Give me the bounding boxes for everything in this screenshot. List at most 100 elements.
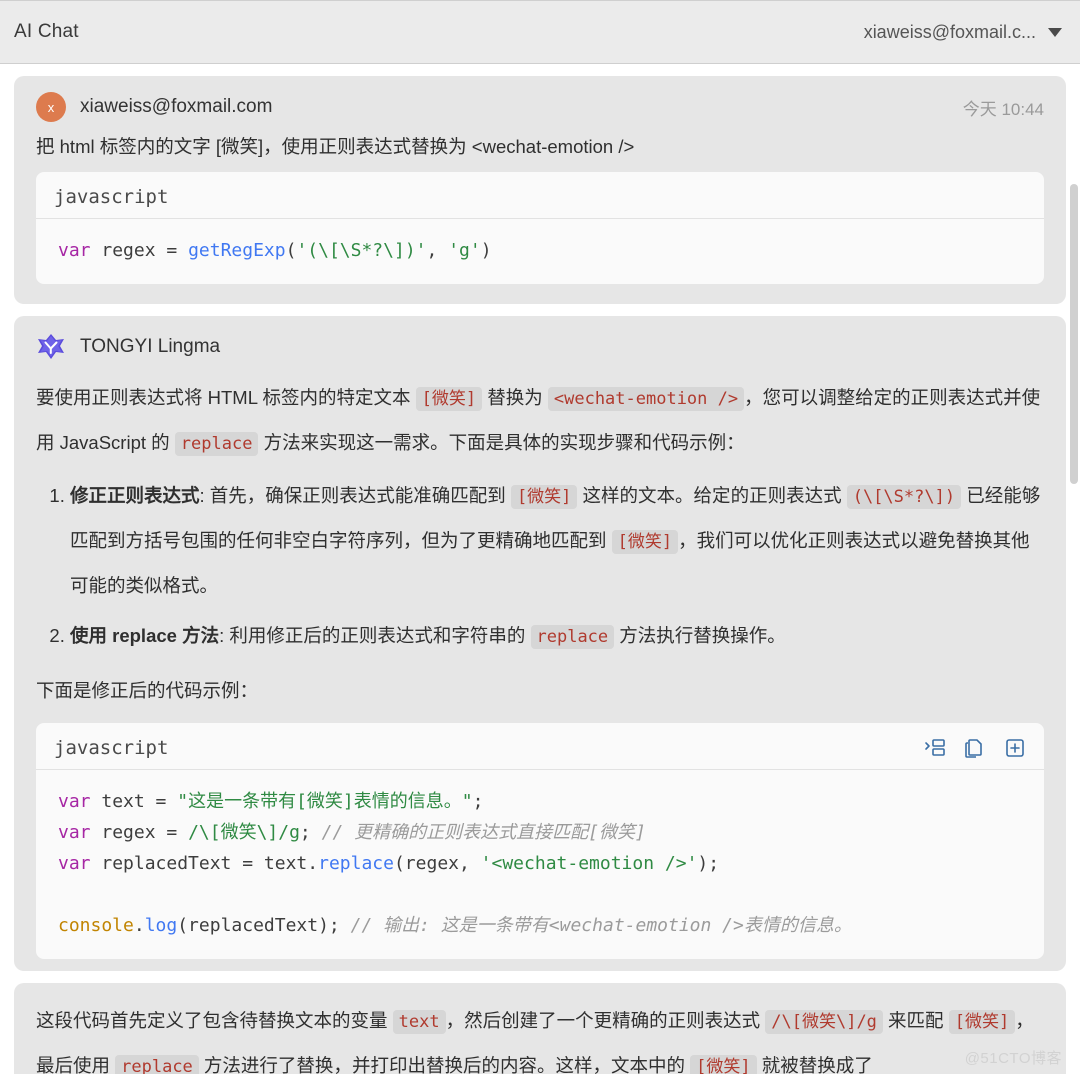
scrollbar[interactable] (1070, 64, 1078, 1074)
summary-text-2: ，然后创建了一个更精确的正则表达式 (445, 1010, 766, 1032)
account-dropdown[interactable]: xiaweiss@foxmail.c... (864, 22, 1062, 43)
inline-code-smile: [微笑] (415, 387, 483, 412)
step-text-2: 这样的文本。给定的正则表达式 (577, 485, 847, 507)
inline-code-regex: /\[微笑\]/g (765, 1010, 883, 1035)
inline-code-replace: replace (174, 432, 259, 457)
page-title: AI Chat (14, 21, 79, 42)
code-object: text. (263, 853, 319, 875)
scrollbar-thumb[interactable] (1070, 184, 1078, 484)
list-item: 使用 replace 方法: 利用修正后的正则表达式和字符串的 replace … (70, 614, 1044, 659)
inline-code-replace: replace (115, 1055, 199, 1074)
code-function: getRegExp (188, 240, 286, 262)
before-code-paragraph: 下面是修正后的代码示例： (36, 680, 259, 702)
code-language-label: javascript (54, 737, 169, 760)
code-operator: = (166, 240, 189, 262)
code-comment: // 输出: 这是一条带有<wechat-emotion />表情的信息。 (350, 915, 852, 937)
avatar: x (36, 92, 66, 122)
account-label: xiaweiss@foxmail.c... (863, 21, 1036, 42)
inline-code-text-var: text (392, 1010, 446, 1035)
user-message: x xiaweiss@foxmail.com 今天 10:44 把 html 标… (14, 76, 1066, 305)
step-title: 修正正则表达式 (70, 485, 200, 507)
code-paren-close: ) (480, 240, 492, 262)
assistant-summary-message: 这段代码首先定义了包含待替换文本的变量 text ，然后创建了一个更精确的正则表达… (14, 983, 1066, 1074)
step-text-2: 方法执行替换操作。 (614, 625, 786, 647)
code-string-regex: '(\[\S*?\])' (296, 240, 427, 262)
message-timestamp: 今天 10:44 (962, 99, 1044, 119)
step-text-1: : 利用修正后的正则表达式和字符串的 (219, 625, 531, 647)
assistant-message: TONGYI Lingma 要使用正则表达式将 HTML 标签内的特定文本 [微… (14, 316, 1066, 972)
tongyi-lingma-logo-icon (36, 332, 66, 362)
title-bar: AI Chat xiaweiss@foxmail.c... (0, 0, 1080, 64)
inline-code-regex: (\[\S*?\]) (846, 485, 962, 510)
code-comma: , (426, 240, 449, 262)
inline-code-smile: [微笑] (948, 1010, 1016, 1035)
code-semicolon: ; (472, 791, 484, 813)
code-string: "这是一条带有[微笑]表情的信息。" (177, 791, 473, 813)
code-dot: . (133, 915, 145, 937)
summary-text-6: 就被替换成了 (756, 1055, 873, 1074)
intro-text-2: 替换为 (482, 387, 548, 409)
code-function: replace (318, 853, 394, 875)
code-semicolon: ; (299, 822, 322, 844)
user-message-header: x xiaweiss@foxmail.com 今天 10:44 (36, 92, 1044, 122)
code-semicolon: ); (697, 853, 720, 875)
inline-code-smile: [微笑] (690, 1055, 757, 1074)
code-varname: regex (90, 822, 167, 844)
copy-icon[interactable] (964, 737, 986, 759)
code-keyword: var (58, 822, 91, 844)
code-action-buttons (924, 737, 1026, 759)
code-operator: = (242, 853, 264, 875)
code-varname: regex (90, 240, 167, 262)
inline-code-replace: replace (530, 625, 615, 650)
inline-code-wechat-emotion: <wechat-emotion /> (547, 387, 745, 412)
message-list: x xiaweiss@foxmail.com 今天 10:44 把 html 标… (0, 64, 1080, 1074)
intro-text-4: 方法来实现这一需求。下面是具体的实现步骤和代码示例： (258, 432, 745, 454)
watermark: @51CTO博客 (964, 1050, 1062, 1067)
code-console-object: console (58, 915, 134, 937)
code-operator: = (166, 822, 189, 844)
code-comment: // 更精确的正则表达式直接匹配[微笑] (321, 822, 646, 844)
code-args: (replacedText); (177, 915, 351, 937)
ai-chat-window: AI Chat xiaweiss@foxmail.c... x xiaweiss… (0, 0, 1080, 1074)
code-function: log (144, 915, 178, 937)
code-string: '<wechat-emotion />' (480, 853, 698, 875)
insert-code-icon[interactable] (924, 737, 946, 759)
user-identity: x xiaweiss@foxmail.com (36, 92, 272, 122)
user-name: xiaweiss@foxmail.com (80, 96, 273, 117)
step-title: 使用 replace 方法 (70, 625, 220, 647)
chevron-down-icon (1048, 27, 1062, 37)
code-string-flag: 'g' (448, 240, 481, 262)
inline-code-smile: [微笑] (611, 530, 679, 555)
code-language-label: javascript (54, 186, 169, 209)
code-keyword: var (58, 853, 91, 875)
list-item: 修正正则表达式: 首先，确保正则表达式能准确匹配到 [微笑] 这样的文本。给定的… (70, 474, 1044, 608)
intro-text-1: 要使用正则表达式将 HTML 标签内的特定文本 (36, 387, 416, 409)
code-regex-literal: /\[微笑\]/g (188, 822, 300, 844)
assistant-message-header: TONGYI Lingma (36, 332, 1044, 362)
summary-text-1: 这段代码首先定义了包含待替换文本的变量 (36, 1010, 393, 1032)
user-code-block: javascript var regex = getRegExp('(\[\S*… (36, 172, 1044, 285)
user-code-content[interactable]: var regex = getRegExp('(\[\S*?\])', 'g') (36, 219, 1044, 284)
code-varname: replacedText (90, 853, 243, 875)
assistant-summary-paragraph: 这段代码首先定义了包含待替换文本的变量 text ，然后创建了一个更精确的正则表达… (36, 999, 1044, 1074)
code-keyword: var (58, 791, 91, 813)
assistant-code-block: javascript var text = "这是一条带有[微笑]表情的信息。"… (36, 723, 1044, 960)
code-paren-open: ( (285, 240, 297, 262)
summary-text-5: 方法进行了替换，并打印出替换后的内容。这样，文本中的 (198, 1055, 691, 1074)
inline-code-smile: [微笑] (510, 485, 578, 510)
user-code-header: javascript (36, 172, 1044, 220)
user-question-text: 把 html 标签内的文字 [微笑]，使用正则表达式替换为 <wechat-em… (36, 136, 635, 157)
assistant-identity: TONGYI Lingma (36, 332, 220, 362)
code-args: (regex, (393, 853, 481, 875)
code-keyword: var (58, 240, 91, 262)
assistant-code-content[interactable]: var text = "这是一条带有[微笑]表情的信息。"; var regex… (36, 770, 1044, 959)
code-operator: = (155, 791, 178, 813)
summary-text-3: 来匹配 (882, 1010, 949, 1032)
assistant-name: TONGYI Lingma (80, 336, 221, 358)
code-varname: text (90, 791, 156, 813)
step-text-1: : 首先，确保正则表达式能准确匹配到 (199, 485, 511, 507)
assistant-code-header: javascript (36, 723, 1044, 771)
add-to-file-icon[interactable] (1004, 737, 1026, 759)
assistant-steps-list: 修正正则表达式: 首先，确保正则表达式能准确匹配到 [微笑] 这样的文本。给定的… (36, 474, 1044, 659)
assistant-intro-paragraph: 要使用正则表达式将 HTML 标签内的特定文本 [微笑] 替换为 <wechat… (36, 376, 1044, 466)
